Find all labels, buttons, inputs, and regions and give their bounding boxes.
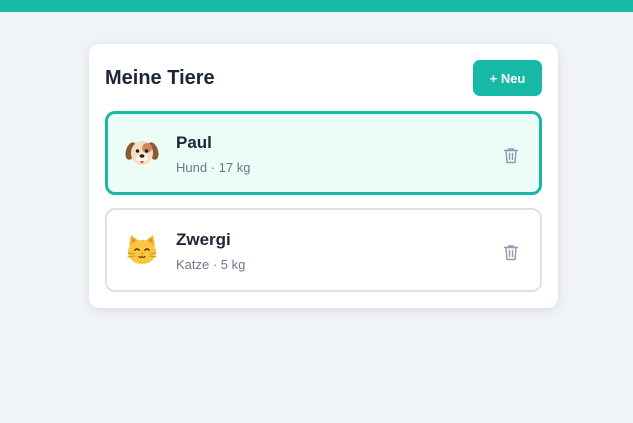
pet-list-item-paul[interactable]: Paul Hund · 17 kg (105, 111, 542, 195)
pet-details: Hund · 17 kg (176, 160, 251, 175)
page-title: Meine Tiere (105, 67, 215, 89)
trash-icon[interactable] (500, 144, 522, 166)
pet-list-item-zwergi[interactable]: Zwergi Katze · 5 kg (105, 208, 542, 292)
pet-details: Katze · 5 kg (176, 257, 246, 272)
pet-name: Zwergi (176, 230, 231, 249)
dog-icon (124, 135, 160, 171)
add-pet-button[interactable]: + Neu (473, 60, 542, 96)
top-accent-bar (0, 0, 633, 12)
pet-name: Paul (176, 133, 212, 152)
cat-icon (124, 232, 160, 268)
trash-icon[interactable] (500, 241, 522, 263)
card-header: Meine Tiere + Neu (105, 60, 542, 96)
pets-card: Meine Tiere + Neu Paul Hund · 17 kg Zwer… (89, 44, 558, 308)
